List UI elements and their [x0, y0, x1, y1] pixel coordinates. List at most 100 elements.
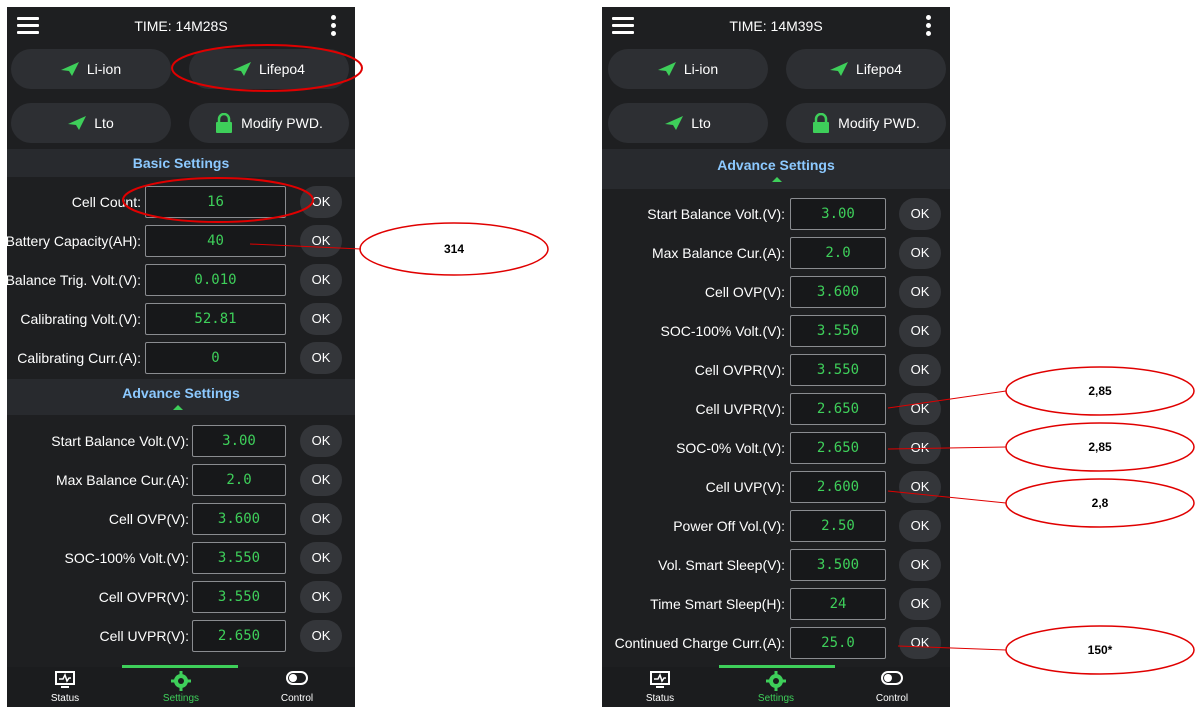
setting-value-input[interactable]: 2.600	[790, 471, 886, 503]
ok-button[interactable]: OK	[300, 503, 342, 535]
mode-liion-button[interactable]: Li-ion	[11, 49, 171, 89]
nav-label: Settings	[162, 693, 200, 704]
setting-label: Cell OVPR(V):	[98, 589, 189, 605]
cell-count-input[interactable]: 16	[145, 186, 286, 218]
calibrating-volt-input[interactable]: 52.81	[145, 303, 286, 335]
ok-button[interactable]: OK	[300, 186, 342, 218]
setting-value-input[interactable]: 3.550	[192, 542, 286, 574]
mode-lto-button[interactable]: Lto	[11, 103, 171, 143]
mode-label: Li-ion	[86, 61, 122, 77]
nav-settings[interactable]: Settings	[123, 667, 239, 707]
setting-row: Cell OVPR(V): 3.550 OK	[602, 352, 950, 388]
setting-label: Power Off Vol.(V):	[673, 518, 785, 534]
setting-value-input[interactable]: 2.650	[790, 432, 886, 464]
mode-lifepo4-button[interactable]: Lifepo4	[189, 49, 349, 89]
setting-label: Max Balance Cur.(A):	[55, 472, 189, 488]
setting-row: Max Balance Cur.(A): 2.0 OK	[602, 235, 950, 271]
setting-value-input[interactable]: 3.00	[790, 198, 886, 230]
setting-row: Continued Charge Curr.(A): 25.0 OK	[602, 625, 950, 661]
ok-button[interactable]: OK	[899, 510, 941, 542]
setting-row: Power Off Vol.(V): 2.50 OK	[602, 508, 950, 544]
ok-button[interactable]: OK	[300, 264, 342, 296]
monitor-icon	[55, 671, 75, 688]
modify-password-button[interactable]: Modify PWD.	[786, 103, 946, 143]
menu-icon[interactable]	[17, 17, 39, 35]
battery-capacity-input[interactable]: 40	[145, 225, 286, 257]
nav-status[interactable]: Status	[602, 667, 718, 707]
gear-icon	[766, 671, 786, 691]
collapse-caret-icon[interactable]	[173, 405, 183, 410]
ok-button[interactable]: OK	[300, 303, 342, 335]
top-bar: TIME: 14M28S	[7, 7, 355, 45]
setting-label: Cell Count:	[71, 194, 141, 210]
ok-button[interactable]: OK	[899, 354, 941, 386]
setting-value-input[interactable]: 2.0	[790, 237, 886, 269]
setting-label: Cell OVPR(V):	[694, 362, 785, 378]
setting-value-input[interactable]: 3.500	[790, 549, 886, 581]
send-icon	[665, 116, 684, 130]
setting-value-input[interactable]: 3.600	[790, 276, 886, 308]
setting-row: Vol. Smart Sleep(V): 3.500 OK	[602, 547, 950, 583]
mode-liion-button[interactable]: Li-ion	[608, 49, 768, 89]
setting-value-input[interactable]: 3.600	[192, 503, 286, 535]
ok-button[interactable]: OK	[899, 588, 941, 620]
collapse-caret-icon[interactable]	[772, 177, 782, 182]
nav-settings[interactable]: Settings	[718, 667, 834, 707]
setting-row: Cell OVP(V): 3.600 OK	[602, 274, 950, 310]
setting-value-input[interactable]: 3.550	[790, 315, 886, 347]
ok-button[interactable]: OK	[899, 549, 941, 581]
nav-status[interactable]: Status	[7, 667, 123, 707]
ok-button[interactable]: OK	[899, 315, 941, 347]
setting-label: SOC-100% Volt.(V):	[660, 323, 786, 339]
ok-button[interactable]: OK	[899, 471, 941, 503]
more-options-icon[interactable]	[926, 15, 932, 37]
menu-icon[interactable]	[612, 17, 634, 35]
annotation-soc0-value: 2,85	[1088, 440, 1112, 454]
ok-button[interactable]: OK	[300, 342, 342, 374]
mode-label: Lto	[94, 115, 114, 131]
send-icon	[657, 62, 676, 76]
phone-screen-left: TIME: 14M28S Li-ion Lifepo4 Lto Modify P…	[7, 7, 355, 707]
mode-lifepo4-button[interactable]: Lifepo4	[786, 49, 946, 89]
ok-button[interactable]: OK	[899, 432, 941, 464]
ok-button[interactable]: OK	[300, 542, 342, 574]
setting-value-input[interactable]: 2.650	[192, 620, 286, 652]
setting-value-input[interactable]: 3.550	[192, 581, 286, 613]
more-options-icon[interactable]	[331, 15, 337, 37]
ok-button[interactable]: OK	[300, 620, 342, 652]
setting-label: Balance Trig. Volt.(V):	[7, 272, 141, 288]
setting-label: Continued Charge Curr.(A):	[614, 635, 785, 651]
calibrating-curr-input[interactable]: 0	[145, 342, 286, 374]
toggle-icon	[286, 671, 308, 685]
setting-row: Cell Count: 16 OK	[7, 184, 355, 220]
ok-button[interactable]: OK	[300, 464, 342, 496]
nav-label: Control	[875, 693, 909, 704]
ok-button[interactable]: OK	[899, 237, 941, 269]
bottom-navigation: Status Settings Control	[7, 665, 355, 707]
setting-value-input[interactable]: 24	[790, 588, 886, 620]
balance-trig-input[interactable]: 0.010	[145, 264, 286, 296]
advance-settings-title: Advance Settings	[717, 157, 835, 173]
setting-value-input[interactable]: 25.0	[790, 627, 886, 659]
nav-control[interactable]: Control	[834, 667, 950, 707]
ok-button[interactable]: OK	[899, 627, 941, 659]
setting-value-input[interactable]: 2.50	[790, 510, 886, 542]
ok-button[interactable]: OK	[899, 393, 941, 425]
setting-value-input[interactable]: 2.0	[192, 464, 286, 496]
ok-button[interactable]: OK	[899, 198, 941, 230]
setting-value-input[interactable]: 3.00	[192, 425, 286, 457]
modify-password-button[interactable]: Modify PWD.	[189, 103, 349, 143]
bottom-navigation: Status Settings Control	[602, 665, 950, 707]
ok-button[interactable]: OK	[300, 225, 342, 257]
nav-control[interactable]: Control	[239, 667, 355, 707]
setting-value-input[interactable]: 2.650	[790, 393, 886, 425]
ok-button[interactable]: OK	[300, 581, 342, 613]
mode-label: Lto	[691, 115, 711, 131]
basic-settings-title: Basic Settings	[132, 155, 230, 171]
setting-label: Calibrating Volt.(V):	[20, 311, 141, 327]
ok-button[interactable]: OK	[899, 276, 941, 308]
setting-row: Cell OVPR(V): 3.550 OK	[7, 579, 355, 615]
ok-button[interactable]: OK	[300, 425, 342, 457]
mode-lto-button[interactable]: Lto	[608, 103, 768, 143]
setting-value-input[interactable]: 3.550	[790, 354, 886, 386]
